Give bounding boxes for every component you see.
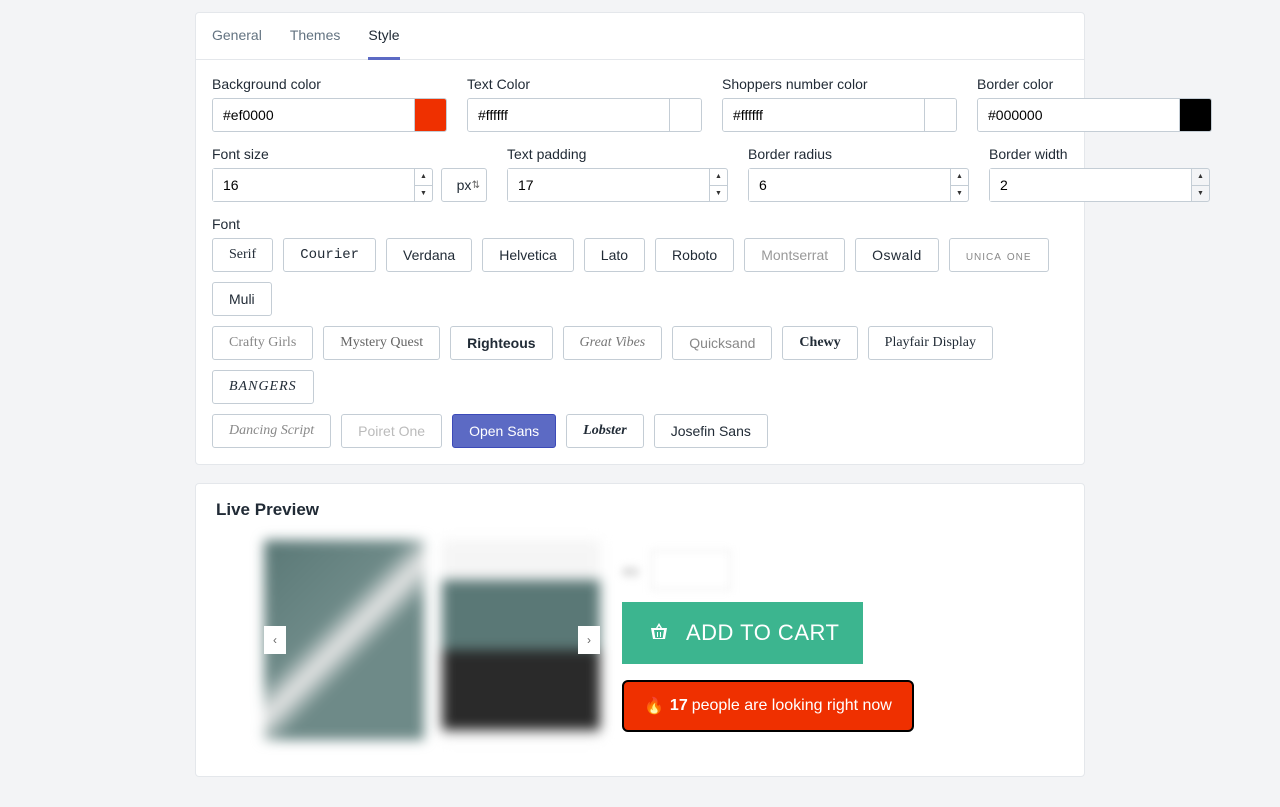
textpadding-field: ▲▼ (507, 168, 728, 202)
numcolor-field (722, 98, 957, 132)
textcolor-field (467, 98, 702, 132)
font-roboto[interactable]: Roboto (655, 238, 734, 272)
numcolor-label: Shoppers number color (722, 76, 957, 92)
tab-themes[interactable]: Themes (290, 13, 341, 59)
preview-title: Live Preview (196, 484, 1084, 532)
product-image-alt (442, 540, 600, 740)
borderwidth-label: Border width (989, 146, 1210, 162)
chevron-down-icon[interactable]: ▼ (951, 186, 968, 202)
bordercolor-swatch[interactable] (1179, 99, 1211, 131)
font-mystery-quest[interactable]: Mystery Quest (323, 326, 440, 360)
fire-icon: 🔥 (644, 696, 664, 716)
fontsize-field: ▲▼ (212, 168, 433, 202)
font-playfair-display[interactable]: Playfair Display (868, 326, 993, 360)
shoppers-bar: 🔥 17 people are looking right now (622, 680, 914, 732)
font-label: Font (212, 216, 1068, 232)
chevron-down-icon[interactable]: ▼ (415, 186, 432, 202)
chevron-up-icon[interactable]: ▲ (710, 169, 727, 186)
textpadding-label: Text padding (507, 146, 728, 162)
borderwidth-input[interactable] (990, 169, 1191, 201)
fontsize-stepper[interactable]: ▲▼ (414, 169, 432, 201)
font-lato[interactable]: Lato (584, 238, 645, 272)
qty-input[interactable] (651, 550, 731, 590)
chevron-down-icon[interactable]: ▼ (1192, 186, 1209, 202)
font-quicksand[interactable]: Quicksand (672, 326, 772, 360)
textcolor-input[interactable] (468, 99, 669, 131)
fontsize-unit-select[interactable]: px (441, 168, 487, 202)
font-helvetica[interactable]: Helvetica (482, 238, 574, 272)
font-verdana[interactable]: Verdana (386, 238, 472, 272)
bgcolor-field (212, 98, 447, 132)
tabs: General Themes Style (196, 13, 1084, 60)
gallery-next-button[interactable]: › (578, 626, 600, 654)
font-poiret-one[interactable]: Poiret One (341, 414, 442, 448)
textpadding-stepper[interactable]: ▲▼ (709, 169, 727, 201)
preview-panel: Live Preview ‹ › qty ADD TO (195, 483, 1085, 777)
bgcolor-label: Background color (212, 76, 447, 92)
font-crafty-girls[interactable]: Crafty Girls (212, 326, 313, 360)
borderradius-field: ▲▼ (748, 168, 969, 202)
tab-general[interactable]: General (212, 13, 262, 59)
font-dancing-script[interactable]: Dancing Script (212, 414, 331, 448)
shoppers-count: 17 (670, 697, 688, 715)
add-to-cart-label: ADD TO CART (686, 620, 839, 646)
chevron-up-icon[interactable]: ▲ (415, 169, 432, 186)
font-great-vibes[interactable]: Great Vibes (563, 326, 663, 360)
chevron-down-icon[interactable]: ▼ (710, 186, 727, 202)
textcolor-swatch[interactable] (669, 99, 701, 131)
textpadding-input[interactable] (508, 169, 709, 201)
font-courier[interactable]: Courier (283, 238, 376, 272)
borderwidth-stepper[interactable]: ▲▼ (1191, 169, 1209, 201)
font-serif[interactable]: Serif (212, 238, 273, 272)
settings-panel: General Themes Style Background color Te… (195, 12, 1085, 465)
borderradius-stepper[interactable]: ▲▼ (950, 169, 968, 201)
basket-icon (646, 621, 672, 645)
font-bangers[interactable]: BANGERS (212, 370, 314, 404)
bordercolor-label: Border color (977, 76, 1212, 92)
tab-style[interactable]: Style (368, 13, 399, 60)
qty-label: qty (622, 563, 639, 578)
shoppers-text: people are looking right now (692, 697, 892, 715)
product-gallery: ‹ › (264, 540, 600, 740)
numcolor-input[interactable] (723, 99, 924, 131)
quantity-row: qty (622, 550, 1016, 590)
font-muli[interactable]: Muli (212, 282, 272, 316)
numcolor-swatch[interactable] (924, 99, 956, 131)
product-image-main (264, 540, 424, 740)
borderradius-label: Border radius (748, 146, 969, 162)
font-righteous[interactable]: Righteous (450, 326, 552, 360)
chevron-up-icon[interactable]: ▲ (951, 169, 968, 186)
font-josefin-sans[interactable]: Josefin Sans (654, 414, 768, 448)
borderradius-input[interactable] (749, 169, 950, 201)
font-montserrat[interactable]: Montserrat (744, 238, 845, 272)
fontsize-label: Font size (212, 146, 487, 162)
borderwidth-field: ▲▼ (989, 168, 1210, 202)
font-lobster[interactable]: Lobster (566, 414, 644, 448)
font-oswald[interactable]: Oswald (855, 238, 939, 272)
bgcolor-input[interactable] (213, 99, 414, 131)
textcolor-label: Text Color (467, 76, 702, 92)
font-chewy[interactable]: Chewy (782, 326, 857, 360)
font-open-sans[interactable]: Open Sans (452, 414, 556, 448)
add-to-cart-button[interactable]: ADD TO CART (622, 602, 863, 664)
gallery-prev-button[interactable]: ‹ (264, 626, 286, 654)
bgcolor-swatch[interactable] (414, 99, 446, 131)
bordercolor-field (977, 98, 1212, 132)
fontsize-input[interactable] (213, 169, 414, 201)
bordercolor-input[interactable] (978, 99, 1179, 131)
chevron-up-icon[interactable]: ▲ (1192, 169, 1209, 186)
font-unica-one[interactable]: unica one (949, 238, 1049, 272)
